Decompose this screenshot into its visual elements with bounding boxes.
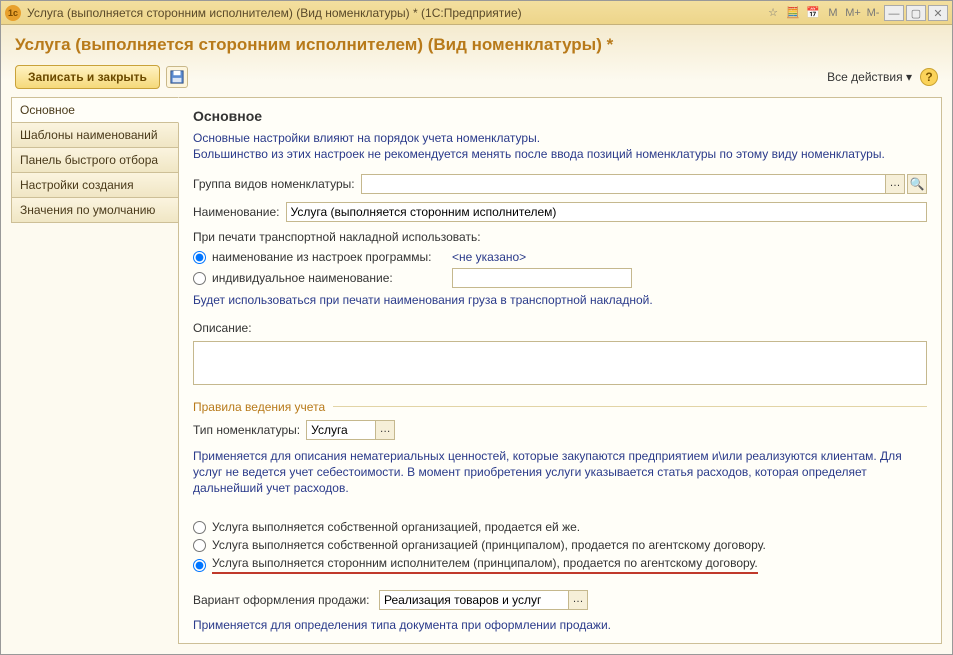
sidebar-tab-label: Настройки создания	[20, 178, 134, 192]
print-radio-individual-label: индивидуальное наименование:	[212, 271, 452, 285]
minimize-button[interactable]: —	[884, 5, 904, 21]
sale-variant-select: …	[379, 590, 588, 610]
service-radio-2[interactable]	[193, 539, 206, 552]
print-individual-input[interactable]	[452, 268, 632, 288]
group-label: Группа видов номенклатуры:	[193, 177, 355, 191]
chevron-down-icon: ▾	[906, 70, 912, 84]
save-button[interactable]	[166, 66, 188, 88]
group-search-button[interactable]: 🔍	[907, 174, 927, 194]
all-actions-menu[interactable]: Все действия ▾	[827, 70, 912, 84]
content-hint: Основные настройки влияют на порядок уче…	[193, 130, 927, 162]
save-and-close-button[interactable]: Записать и закрыть	[15, 65, 160, 89]
print-radio-program-input[interactable]	[193, 251, 206, 264]
print-radio-individual-input[interactable]	[193, 272, 206, 285]
print-radio-program[interactable]: наименование из настроек программы: <не …	[193, 250, 927, 264]
sidebar-tab-main[interactable]: Основное	[11, 97, 179, 123]
memory-m-minus[interactable]: M-	[864, 5, 882, 21]
app-icon: 1c	[5, 5, 21, 21]
desc-label: Описание:	[193, 321, 927, 335]
sidebar-tab-label: Панель быстрого отбора	[20, 153, 158, 167]
page-title: Услуга (выполняется сторонним исполнител…	[15, 35, 938, 55]
description-textarea[interactable]	[193, 341, 927, 385]
content-heading: Основное	[193, 108, 927, 124]
sale-variant-hint: Применяется для определения типа докумен…	[193, 618, 927, 632]
memory-m-plus[interactable]: M+	[844, 5, 862, 21]
service-option-3[interactable]: Услуга выполняется сторонним исполнителе…	[193, 556, 927, 574]
sidebar-tab-label: Шаблоны наименований	[20, 128, 158, 142]
rules-legend-text: Правила ведения учета	[193, 400, 325, 414]
type-row: Тип номенклатуры: …	[193, 420, 927, 440]
service-radio-2-label: Услуга выполняется собственной организац…	[212, 538, 766, 552]
window-title: Услуга (выполняется сторонним исполнител…	[27, 6, 522, 20]
sidebar-tab-creation-settings[interactable]: Настройки создания	[11, 172, 179, 198]
content-panel: Основное Основные настройки влияют на по…	[178, 97, 942, 644]
sale-variant-input[interactable]	[379, 590, 569, 610]
type-select: …	[306, 420, 395, 440]
service-radio-1[interactable]	[193, 521, 206, 534]
page-header: Услуга (выполняется сторонним исполнител…	[1, 25, 952, 61]
sidebar-tab-defaults[interactable]: Значения по умолчанию	[11, 197, 179, 223]
name-label: Наименование:	[193, 205, 280, 219]
titlebar: 1c Услуга (выполняется сторонним исполни…	[1, 1, 952, 25]
maximize-button[interactable]: ▢	[906, 5, 926, 21]
service-option-2[interactable]: Услуга выполняется собственной организац…	[193, 538, 927, 552]
type-hint: Применяется для описания нематериальных …	[193, 448, 927, 497]
group-row: Группа видов номенклатуры: … 🔍	[193, 174, 927, 194]
group-open-button[interactable]: …	[885, 174, 905, 194]
favorite-icon[interactable]: ☆	[764, 5, 782, 21]
print-section-label: При печати транспортной накладной исполь…	[193, 230, 927, 244]
service-radio-3[interactable]	[193, 559, 206, 572]
type-label: Тип номенклатуры:	[193, 423, 300, 437]
calculator-icon[interactable]: 🧮	[784, 5, 802, 21]
name-input[interactable]	[286, 202, 927, 222]
calendar-icon[interactable]: 📅	[804, 5, 822, 21]
memory-m[interactable]: M	[824, 5, 842, 21]
sidebar-tab-label: Основное	[20, 103, 75, 117]
sale-variant-row: Вариант оформления продажи: …	[193, 590, 927, 610]
sale-variant-label: Вариант оформления продажи:	[193, 593, 373, 607]
all-actions-label: Все действия	[827, 70, 902, 84]
app-window: 1c Услуга (выполняется сторонним исполни…	[0, 0, 953, 655]
save-icon	[170, 70, 184, 84]
sidebar-tab-label: Значения по умолчанию	[20, 203, 155, 217]
rules-legend: Правила ведения учета	[193, 400, 927, 414]
search-icon: 🔍	[910, 177, 925, 191]
body: Основное Шаблоны наименований Панель быс…	[1, 97, 952, 654]
service-option-1[interactable]: Услуга выполняется собственной организац…	[193, 520, 927, 534]
help-button[interactable]: ?	[920, 68, 938, 86]
type-open-button[interactable]: …	[375, 420, 395, 440]
sidebar-tab-quick-filter[interactable]: Панель быстрого отбора	[11, 147, 179, 173]
sidebar-tab-name-templates[interactable]: Шаблоны наименований	[11, 122, 179, 148]
service-radio-3-label: Услуга выполняется сторонним исполнителе…	[212, 556, 758, 574]
group-input[interactable]	[361, 174, 886, 194]
toolbar: Записать и закрыть Все действия ▾ ?	[1, 61, 952, 97]
print-radio-program-label: наименование из настроек программы:	[212, 250, 452, 264]
sale-variant-open-button[interactable]: …	[568, 590, 588, 610]
service-radio-1-label: Услуга выполняется собственной организац…	[212, 520, 580, 534]
type-input[interactable]	[306, 420, 376, 440]
sidebar: Основное Шаблоны наименований Панель быс…	[11, 97, 179, 644]
print-hint: Будет использоваться при печати наименов…	[193, 292, 927, 308]
name-row: Наименование:	[193, 202, 927, 222]
close-button[interactable]: ✕	[928, 5, 948, 21]
print-program-link[interactable]: <не указано>	[452, 250, 526, 264]
print-radio-individual[interactable]: индивидуальное наименование:	[193, 268, 927, 288]
